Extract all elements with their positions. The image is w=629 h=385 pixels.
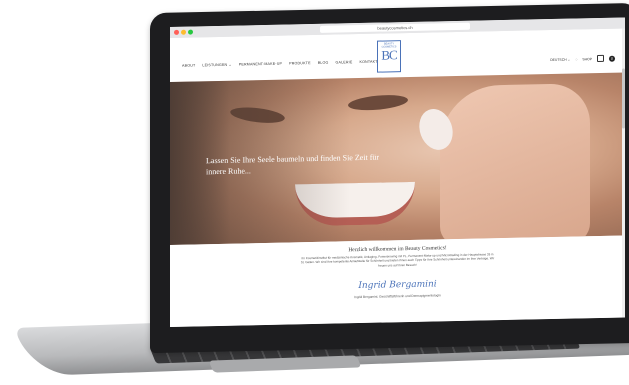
welcome-section: Herzlich willkommen im Beauty Cosmetics!… xyxy=(170,235,625,327)
maximize-window-icon[interactable] xyxy=(188,29,193,35)
nav-item-kontakt[interactable]: Kontakt xyxy=(359,60,377,64)
hero-banner: Lassen Sie Ihre Seele baumeln und finden… xyxy=(170,72,625,245)
hero-image-eye-right xyxy=(347,92,409,113)
cart-count-badge: 0 xyxy=(609,55,615,62)
laptop-screen: beautycosmetics.ch About Leistungen ⌄ Pe… xyxy=(170,17,625,327)
welcome-paragraph: Ihr Kosmetikinstitut für medizinische Ko… xyxy=(300,252,495,268)
scrollbar-thumb[interactable] xyxy=(622,68,625,129)
user-icon[interactable]: ◌ xyxy=(575,57,577,61)
site-logo[interactable]: BEAUTY COSMETICS BC xyxy=(377,40,401,73)
nav-item-permanent-make-up[interactable]: Permanent-Make-Up xyxy=(239,62,282,67)
language-selector[interactable]: DEUTSCH ⌄ xyxy=(550,57,570,61)
close-window-icon[interactable] xyxy=(174,29,179,35)
main-navigation: About Leistungen ⌄ Permanent-Make-Up Pro… xyxy=(182,60,378,68)
cart-icon[interactable] xyxy=(597,54,604,63)
laptop-mockup: beautycosmetics.ch About Leistungen ⌄ Pe… xyxy=(0,0,629,385)
hero-image-hand xyxy=(440,83,590,245)
minimize-window-icon[interactable] xyxy=(181,29,186,35)
page-scrollbar[interactable] xyxy=(622,28,625,318)
nav-item-blog[interactable]: Blog xyxy=(318,61,329,65)
cart-count: 0 xyxy=(611,56,613,61)
nav-item-galerie[interactable]: Galerie xyxy=(335,60,352,64)
nav-item-about[interactable]: About xyxy=(182,63,195,67)
logo-mark: BC xyxy=(381,47,397,63)
nav-item-produkte[interactable]: Produkte xyxy=(289,61,311,65)
shop-link[interactable]: SHOP xyxy=(582,57,592,61)
nav-item-leistungen[interactable]: Leistungen ⌄ xyxy=(202,63,231,68)
hero-headline: Lassen Sie Ihre Seele baumeln und finden… xyxy=(206,152,380,177)
header-actions: DEUTSCH ⌄ ◌ SHOP 0 xyxy=(550,54,615,63)
